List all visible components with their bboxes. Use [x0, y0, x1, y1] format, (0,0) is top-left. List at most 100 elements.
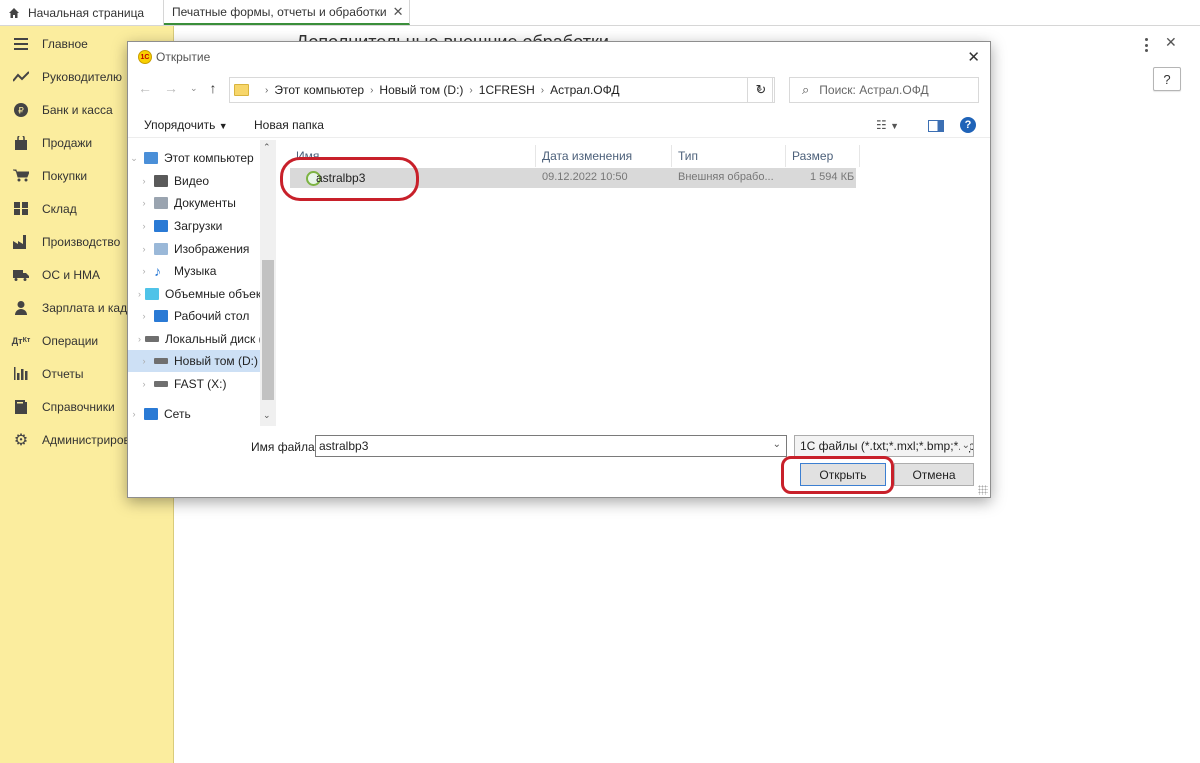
file-name-input[interactable]: astralbp3 ⌄ [315, 435, 787, 457]
tree-item-label: Новый том (D:) [174, 354, 258, 368]
breadcrumb-segment[interactable]: 1CFRESH [479, 83, 535, 97]
tree-item[interactable]: › Изображения [128, 238, 262, 260]
up-arrow-icon[interactable]: ↑ [210, 80, 217, 96]
chevron-right-icon[interactable]: › [138, 334, 141, 344]
tree-item[interactable]: › FAST (X:) [128, 373, 262, 395]
file-type-filter[interactable]: 1С файлы (*.txt;*.mxl;*.bmp;*.epf) ⌄ [794, 435, 974, 457]
chevron-right-icon[interactable]: › [138, 266, 150, 276]
chevron-right-icon[interactable]: › [138, 379, 150, 389]
refresh-button[interactable]: ↻ [747, 77, 775, 103]
help-button[interactable]: ? [1153, 67, 1181, 91]
tree-item[interactable]: › Документы [128, 192, 262, 214]
annotation-highlight-file [280, 157, 419, 201]
chevron-down-icon[interactable]: ⌄ [773, 439, 781, 450]
refresh-icon: ↻ [755, 82, 767, 97]
chevron-right-icon[interactable]: › [138, 311, 150, 321]
chevron-down-icon[interactable]: ⌄ [190, 83, 198, 94]
video-icon [154, 175, 168, 187]
tree-item-label: Изображения [174, 242, 250, 256]
sidebar-item-label: Банк и касса [42, 102, 113, 117]
column-header-date[interactable]: Дата изменения [536, 145, 672, 167]
tree-item[interactable]: › Сеть [128, 403, 262, 425]
tree-item-label: Объемные объекты [165, 287, 262, 301]
caret-down-icon: ▼ [218, 121, 228, 131]
search-placeholder: Поиск: Астрал.ОФД [819, 83, 929, 97]
view-options-icon[interactable]: ☷ ▼ [876, 118, 899, 132]
chevron-right-icon[interactable]: › [138, 289, 141, 299]
resize-grip[interactable] [978, 485, 988, 495]
sidebar-item-label: Операции [42, 333, 99, 348]
person-icon [13, 300, 29, 316]
truck-icon [13, 267, 29, 283]
dialog-toolbar: Упорядочить ▼ Новая папка ☷ ▼ ? [128, 112, 990, 138]
forward-arrow-icon[interactable]: → [164, 80, 178, 96]
more-menu-icon[interactable] [1139, 36, 1153, 54]
tab-home[interactable]: Начальная страница [0, 0, 164, 25]
tree-item[interactable]: › Видео [128, 170, 262, 192]
file-type: Внешняя обрабо... [678, 171, 774, 183]
tree-scrollbar[interactable]: ⌃ ⌄ [260, 140, 276, 426]
file-name-label: Имя файла: [251, 440, 318, 454]
desktop-icon [154, 310, 168, 322]
bar-chart-icon [13, 366, 29, 382]
computer-icon [144, 152, 158, 164]
chevron-down-icon[interactable]: ⌄ [263, 410, 271, 421]
tree-item[interactable]: › Новый том (D:) [128, 350, 262, 372]
tree-item-label: Сеть [164, 407, 191, 421]
cancel-button[interactable]: Отмена [894, 463, 974, 486]
close-icon[interactable]: ✕ [967, 48, 980, 66]
tree-item[interactable]: ⌄ Этот компьютер [128, 147, 262, 169]
tree-item-label: Загрузки [174, 219, 223, 233]
tree-item[interactable]: › Рабочий стол [128, 305, 262, 327]
cart-icon [13, 168, 29, 184]
tree-item[interactable]: › Загрузки [128, 215, 262, 237]
debit-credit-icon: Дт Кт [11, 335, 31, 346]
chevron-right-icon[interactable]: › [138, 221, 150, 231]
organize-button[interactable]: Упорядочить ▼ [144, 118, 228, 132]
chevron-right-icon[interactable]: › [138, 198, 150, 208]
chevron-right-icon[interactable]: › [138, 244, 150, 254]
home-icon [9, 7, 19, 18]
tree-item[interactable]: › Объемные объекты [128, 283, 262, 305]
tree-item-label: Видео [174, 174, 210, 188]
tree-item[interactable]: › Локальный диск (C:) [128, 328, 262, 350]
scrollbar-thumb[interactable] [262, 260, 274, 400]
breadcrumb-segment[interactable]: Этот компьютер [274, 83, 364, 97]
file-name-value: astralbp3 [319, 439, 369, 453]
preview-pane-icon[interactable] [928, 120, 944, 132]
dialog-title: Открытие [156, 50, 211, 64]
breadcrumb-segment[interactable]: Астрал.ОФД [550, 83, 619, 97]
file-date: 09.12.2022 10:50 [542, 171, 628, 183]
chevron-right-icon[interactable]: › [138, 356, 150, 366]
sidebar-item-label: ОС и НМА [42, 267, 101, 282]
chevron-right-icon[interactable]: › [128, 409, 140, 419]
open-file-dialog: 1С Открытие ✕ ← → ⌄ ↑ › Этот компьютер ›… [127, 41, 991, 498]
breadcrumb-segment[interactable]: Новый том (D:) [379, 83, 463, 97]
navigation-arrows: ← → ⌄ ↑ [138, 80, 217, 96]
ruble-coin-icon: ₽ [13, 102, 29, 118]
tab-home-label: Начальная страница [28, 5, 145, 20]
search-input[interactable]: ⌕ Поиск: Астрал.ОФД [789, 77, 979, 103]
close-icon[interactable]: ✕ [1165, 34, 1177, 51]
chevron-up-icon[interactable]: ⌃ [263, 142, 271, 153]
tree-item-label: Музыка [174, 264, 217, 278]
close-icon[interactable]: ✕ [393, 4, 404, 20]
help-icon[interactable]: ? [960, 117, 976, 133]
column-header-size[interactable]: Размер [786, 145, 860, 167]
chevron-down-icon[interactable]: ⌄ [128, 153, 140, 164]
drive-icon [154, 358, 168, 364]
tree-item-label: Документы [174, 196, 236, 210]
address-bar[interactable]: › Этот компьютер › Новый том (D:) › 1CFR… [229, 77, 773, 103]
chevron-down-icon[interactable]: ⌄ [959, 440, 970, 451]
column-header-type[interactable]: Тип [672, 145, 786, 167]
menu-lines-icon [13, 36, 29, 52]
file-size: 1 594 КБ [810, 171, 855, 183]
tree-item[interactable]: › ♪ Музыка [128, 260, 262, 282]
factory-icon [13, 234, 29, 250]
sidebar-item-label: Покупки [42, 168, 88, 183]
tab-print-forms[interactable]: Печатные формы, отчеты и обработки ✕ [164, 0, 410, 25]
search-icon: ⌕ [802, 82, 810, 97]
chevron-right-icon[interactable]: › [138, 176, 150, 186]
back-arrow-icon[interactable]: ← [138, 80, 152, 96]
new-folder-button[interactable]: Новая папка [254, 118, 324, 132]
